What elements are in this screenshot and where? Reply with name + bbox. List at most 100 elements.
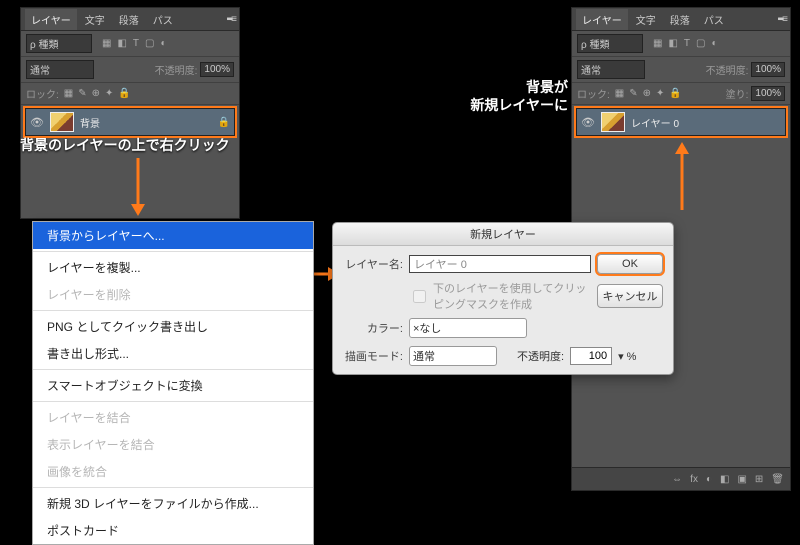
panel-menu-icon[interactable]: ▪▪▪≡ [227, 14, 235, 25]
layer-name: 背景 [80, 115, 100, 130]
anno-newlayer: 新規レイヤーに [454, 95, 568, 115]
ctx-smart-object[interactable]: スマートオブジェクトに変換 [33, 372, 313, 399]
panel-menu-icon[interactable]: ▪▪▪≡ [778, 14, 786, 25]
blend-select[interactable]: 通常 [409, 346, 497, 366]
lock-icon-all[interactable]: 🔒 [669, 88, 681, 99]
filter-select[interactable]: ρ 種類 [26, 34, 92, 53]
lock-label: ロック: [577, 86, 610, 101]
blend-row: 通常 不透明度: 100% [21, 57, 239, 83]
ctx-delete: レイヤーを削除 [33, 281, 313, 308]
locked-icon: 🔒 [218, 117, 230, 128]
clip-label: 下のレイヤーを使用してクリッピングマスクを作成 [433, 280, 591, 312]
tab-text[interactable]: 文字 [79, 9, 111, 30]
filter-icon[interactable]: ▢ [145, 38, 154, 49]
arrow-down-icon [128, 158, 148, 218]
clipping-checkbox: 下のレイヤーを使用してクリッピングマスクを作成 [409, 280, 591, 312]
opacity-unit: ▾ % [618, 350, 636, 363]
footer-link-icon[interactable]: ⇔ [672, 474, 682, 485]
blend-mode-select[interactable]: 通常 [26, 60, 94, 79]
footer-mask-icon[interactable]: ◐ [706, 474, 712, 485]
layer-name-input[interactable] [409, 255, 591, 273]
filter-icons[interactable]: ▦ ◧ T ▢ ◐ [653, 38, 718, 49]
lock-icon-brush[interactable]: ✎ [629, 88, 637, 99]
filter-icon[interactable]: ◐ [160, 38, 166, 49]
tab-path[interactable]: パス [698, 9, 730, 30]
fill-label: 塗り: [726, 86, 749, 101]
filter-icon[interactable]: ▦ [102, 38, 111, 49]
filter-icon[interactable]: T [133, 38, 139, 49]
tab-layers[interactable]: レイヤー [576, 9, 628, 30]
opacity-value[interactable]: 100% [200, 62, 234, 77]
layer-context-menu: 背景からレイヤーへ... レイヤーを複製... レイヤーを削除 PNG としてク… [32, 221, 314, 545]
name-label: レイヤー名: [343, 256, 403, 272]
arrow-up-icon [672, 140, 692, 210]
filter-row: ρ 種類 ▦ ◧ T ▢ ◐ [21, 31, 239, 57]
lock-icon-pixels[interactable]: ▦ [64, 88, 73, 99]
blend-label: 描画モード: [343, 348, 403, 364]
filter-row: ρ 種類 ▦ ◧ T ▢ ◐ [572, 31, 790, 57]
tab-para[interactable]: 段落 [664, 9, 696, 30]
clip-check-input [413, 290, 426, 303]
filter-icon[interactable]: ▢ [696, 38, 705, 49]
dlg-opacity-label: 不透明度: [517, 348, 564, 364]
ctx-duplicate[interactable]: レイヤーを複製... [33, 254, 313, 281]
filter-icon[interactable]: ◧ [117, 38, 126, 49]
ctx-bg-to-layer[interactable]: 背景からレイヤーへ... [33, 222, 313, 249]
anno-rightclick: 背景のレイヤーの上で右クリック [20, 135, 230, 155]
footer-new-icon[interactable]: ⊞ [755, 474, 763, 485]
filter-select[interactable]: ρ 種類 [577, 34, 643, 53]
panel-footer: ⇔ fx ◐ ◧ ▣ ⊞ 🗑 [572, 467, 790, 490]
tab-layers[interactable]: レイヤー [25, 9, 77, 30]
ok-button[interactable]: OK [597, 254, 663, 274]
visibility-icon[interactable]: 👁 [581, 116, 595, 129]
ctx-flatten: 画像を統合 [33, 458, 313, 485]
blend-mode-select[interactable]: 通常 [577, 60, 645, 79]
lock-row: ロック: ▦ ✎ ⊕ ✦ 🔒 [21, 83, 239, 105]
opacity-label: 不透明度: [155, 62, 198, 77]
dlg-opacity-input[interactable] [570, 347, 612, 365]
footer-adjust-icon[interactable]: ◧ [720, 474, 729, 485]
lock-icon-nest[interactable]: ✦ [105, 88, 113, 99]
tab-text[interactable]: 文字 [630, 9, 662, 30]
opacity-label: 不透明度: [706, 62, 749, 77]
ctx-postcard[interactable]: ポストカード [33, 517, 313, 544]
layer-thumbnail [601, 112, 625, 132]
layer-name: レイヤー 0 [631, 115, 679, 130]
lock-icon-nest[interactable]: ✦ [656, 88, 664, 99]
fill-value[interactable]: 100% [751, 86, 785, 101]
ctx-new-3d[interactable]: 新規 3D レイヤーをファイルから作成... [33, 490, 313, 517]
lock-icon-move[interactable]: ⊕ [643, 88, 651, 99]
ctx-export-as[interactable]: 書き出し形式... [33, 340, 313, 367]
filter-icon[interactable]: ▦ [653, 38, 662, 49]
opacity-value[interactable]: 100% [751, 62, 785, 77]
filter-icons[interactable]: ▦ ◧ T ▢ ◐ [102, 38, 167, 49]
ctx-merge-visible: 表示レイヤーを結合 [33, 431, 313, 458]
lock-icon-brush[interactable]: ✎ [78, 88, 86, 99]
footer-fx-icon[interactable]: fx [690, 474, 698, 485]
color-label: カラー: [343, 320, 403, 336]
dialog-title: 新規レイヤー [333, 223, 673, 246]
lock-icon-all[interactable]: 🔒 [118, 88, 130, 99]
blend-row: 通常 不透明度: 100% [572, 57, 790, 83]
visibility-icon[interactable]: 👁 [30, 116, 44, 129]
filter-icon[interactable]: ◧ [668, 38, 677, 49]
lock-icon-move[interactable]: ⊕ [92, 88, 100, 99]
lock-icon-pixels[interactable]: ▦ [615, 88, 624, 99]
tab-para[interactable]: 段落 [113, 9, 145, 30]
footer-group-icon[interactable]: ▣ [737, 474, 746, 485]
lock-row: ロック: ▦ ✎ ⊕ ✦ 🔒 塗り: 100% [572, 83, 790, 105]
ctx-export-png[interactable]: PNG としてクイック書き出し [33, 313, 313, 340]
color-select[interactable]: ×なし [409, 318, 527, 338]
cancel-button[interactable]: キャンセル [597, 284, 663, 308]
new-layer-dialog: 新規レイヤー レイヤー名: OK 下のレイヤーを使用してクリッピングマスクを作成… [332, 222, 674, 375]
ctx-merge: レイヤーを結合 [33, 404, 313, 431]
background-layer-row[interactable]: 👁 背景 🔒 [25, 108, 235, 136]
lock-label: ロック: [26, 86, 59, 101]
layer-0-row[interactable]: 👁 レイヤー 0 [576, 108, 786, 136]
panel-tabs: レイヤー 文字 段落 パス ▪▪▪≡ [572, 8, 790, 31]
filter-icon[interactable]: ◐ [711, 38, 717, 49]
tab-path[interactable]: パス [147, 9, 179, 30]
footer-trash-icon[interactable]: 🗑 [771, 474, 784, 485]
anno-bg: 背景が [494, 77, 568, 97]
filter-icon[interactable]: T [684, 38, 690, 49]
